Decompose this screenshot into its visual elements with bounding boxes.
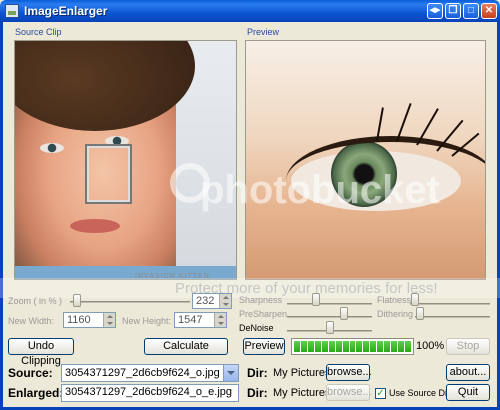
source-dir-label: Dir: xyxy=(247,366,268,380)
new-width-label: New Width: xyxy=(8,316,55,326)
new-width-spinner[interactable] xyxy=(103,313,115,327)
denoise-slider-thumb[interactable] xyxy=(326,321,334,334)
enlarged-dir-label: Dir: xyxy=(247,386,268,400)
flatness-slider-thumb[interactable] xyxy=(411,293,419,306)
source-label: Source: xyxy=(8,366,53,380)
title-bar: ImageEnlarger ◀▶ ❐ □ ✕ xyxy=(0,0,500,22)
new-width-value: 1160 xyxy=(67,314,91,326)
about-button[interactable]: about... xyxy=(446,364,490,381)
use-source-dir-checkbox[interactable]: ✓ xyxy=(375,388,386,399)
progress-segment xyxy=(377,341,384,352)
progress-segment xyxy=(300,341,307,352)
progress-segment xyxy=(335,341,342,352)
minimize-button[interactable]: ❐ xyxy=(445,3,461,19)
progress-segment xyxy=(294,341,300,352)
browse-source-button[interactable]: browse... xyxy=(326,364,372,381)
progress-segment xyxy=(398,341,404,352)
chevron-down-icon[interactable] xyxy=(223,365,238,381)
source-file-combo[interactable]: 3054371297_2d6cb9f624_o.jpg xyxy=(61,364,239,382)
new-height-spinner[interactable] xyxy=(214,313,226,327)
close-button[interactable]: ✕ xyxy=(481,3,497,19)
clip-selection-box[interactable] xyxy=(85,144,132,204)
app-icon xyxy=(5,4,19,18)
zoom-label: Zoom ( in % ) xyxy=(8,296,63,306)
calculate-button[interactable]: Calculate xyxy=(144,338,228,355)
progress-segment xyxy=(307,341,314,352)
progress-bar xyxy=(291,338,414,355)
help-button[interactable]: ◀▶ xyxy=(427,3,443,19)
sharpness-label: Sharpness xyxy=(239,295,283,305)
zoom-slider-thumb[interactable] xyxy=(73,294,81,307)
preview-label: Preview xyxy=(247,27,280,37)
source-clip-image[interactable]: INVASION KITTEN xyxy=(14,40,237,280)
progress-segment xyxy=(384,341,391,352)
presharpen-label: PreSharpen xyxy=(239,309,288,319)
zoom-value: 232 xyxy=(196,295,215,307)
enlarged-file-value: 3054371297_2d6cb9f624_o_e.jpg xyxy=(65,386,232,398)
progress-segment xyxy=(356,341,363,352)
stop-button[interactable]: Stop xyxy=(446,338,490,355)
progress-percent: 100% xyxy=(416,340,445,352)
progress-segment xyxy=(349,341,356,352)
progress-segment xyxy=(328,341,335,352)
quit-button[interactable]: Quit xyxy=(446,384,490,401)
sharpness-slider-track[interactable] xyxy=(287,303,372,305)
use-source-dir-label: Use Source Dir. xyxy=(389,388,453,398)
progress-segment xyxy=(363,341,370,352)
presharpen-slider-thumb[interactable] xyxy=(340,307,348,320)
window-title: ImageEnlarger xyxy=(24,4,108,18)
denoise-label: DeNoise xyxy=(239,323,274,333)
preview-image xyxy=(245,40,486,280)
presharpen-slider-track[interactable] xyxy=(287,316,372,318)
new-height-value: 1547 xyxy=(178,314,203,326)
source-dir-value: My Pictures xyxy=(273,367,331,379)
photo-lips xyxy=(70,219,120,233)
zoom-spinner[interactable] xyxy=(219,294,231,308)
browse-enlarged-button[interactable]: browse... xyxy=(326,384,372,401)
photobucket-watermark: photobucket xyxy=(200,168,440,212)
progress-segment xyxy=(342,341,349,352)
source-file-value: 3054371297_2d6cb9f624_o.jpg xyxy=(65,367,220,379)
new-height-input[interactable]: 1547 xyxy=(174,312,227,328)
preview-button[interactable]: Preview xyxy=(243,338,285,355)
dithering-label: Dithering xyxy=(377,309,414,319)
progress-segment xyxy=(405,341,411,352)
zoom-slider-track[interactable] xyxy=(70,301,190,303)
photo-hair xyxy=(15,41,195,131)
new-height-label: New Height: xyxy=(122,316,172,326)
photo-left-eye xyxy=(40,143,64,153)
flatness-slider-track[interactable] xyxy=(410,303,490,305)
dithering-slider-thumb[interactable] xyxy=(416,307,424,320)
progress-segment xyxy=(391,341,398,352)
new-width-input[interactable]: 1160 xyxy=(63,312,116,328)
progress-segment xyxy=(370,341,377,352)
source-clip-label: Source Clip xyxy=(15,27,62,37)
dithering-slider-track[interactable] xyxy=(415,316,490,318)
maximize-button[interactable]: □ xyxy=(463,3,479,19)
progress-segment xyxy=(321,341,328,352)
enlarged-file-input[interactable]: 3054371297_2d6cb9f624_o_e.jpg xyxy=(61,384,239,402)
flatness-label: Flatness xyxy=(377,295,412,305)
zoom-input[interactable]: 232 xyxy=(192,293,232,309)
enlarged-label: Enlarged: xyxy=(8,386,64,400)
progress-segment xyxy=(314,341,321,352)
undo-clipping-button[interactable]: Undo Clipping xyxy=(8,338,74,367)
enlarged-dir-value: My Pictures xyxy=(273,387,331,399)
sharpness-slider-thumb[interactable] xyxy=(312,293,320,306)
